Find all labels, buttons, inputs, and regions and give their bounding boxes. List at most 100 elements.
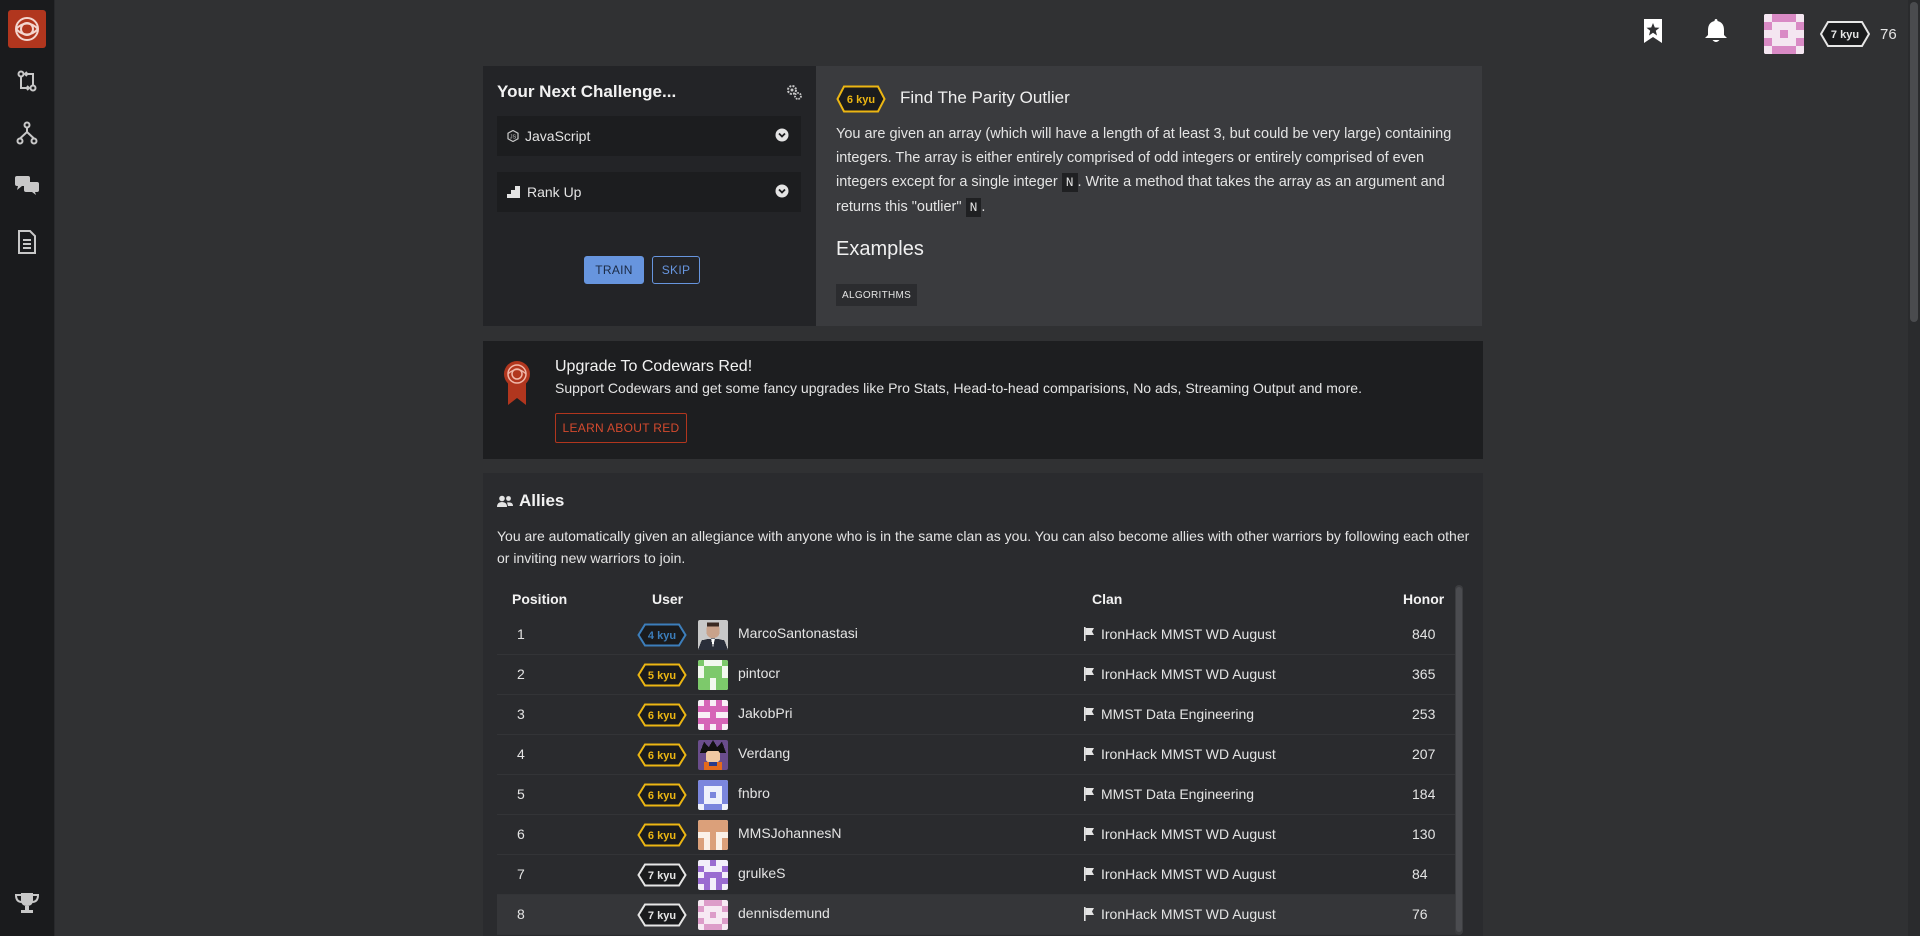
strategy-value: Rank Up	[527, 184, 582, 200]
user-link[interactable]: dennisdemund	[738, 905, 830, 921]
avatar[interactable]	[698, 860, 728, 890]
clan-name[interactable]: IronHack MMST WD August	[1101, 826, 1276, 842]
user-link[interactable]: pintocr	[738, 665, 780, 681]
clan-cell: MMST Data Engineering	[1083, 786, 1254, 802]
allies-intro: You are automatically given an allegianc…	[497, 528, 1470, 566]
clan-cell: IronHack MMST WD August	[1083, 626, 1276, 642]
rank-up-stairs-icon	[507, 186, 520, 198]
user-avatar[interactable]	[1764, 14, 1804, 54]
clan-name[interactable]: IronHack MMST WD August	[1101, 746, 1276, 762]
avatar[interactable]	[698, 820, 728, 850]
clan-name[interactable]: IronHack MMST WD August	[1101, 866, 1276, 882]
clan-name[interactable]: MMST Data Engineering	[1101, 786, 1254, 802]
rank-label: 4 kyu	[648, 630, 676, 642]
rank-label: 6 kyu	[648, 710, 676, 722]
avatar[interactable]	[698, 780, 728, 810]
table-row[interactable]: 4 6 kyu Verdang IronHack MMST WD August …	[497, 735, 1457, 775]
code-n: N	[1061, 173, 1078, 192]
kata-tag[interactable]: ALGORITHMS	[836, 284, 918, 306]
row-honor: 184	[1412, 786, 1436, 802]
row-honor: 76	[1412, 906, 1428, 922]
rank-label: 6 kyu	[648, 750, 676, 762]
user-link[interactable]: grulkeS	[738, 865, 785, 881]
user-rank-badge[interactable]: 7 kyu	[1819, 21, 1871, 47]
discuss-icon[interactable]	[12, 170, 42, 200]
notifications-bell-icon[interactable]	[1701, 16, 1731, 46]
table-row[interactable]: 3 6 kyu JakobPri MMST Data Engineering 2…	[497, 695, 1457, 735]
clan-name[interactable]: IronHack MMST WD August	[1101, 666, 1276, 682]
language-select[interactable]: JS JavaScript	[497, 116, 801, 156]
table-row[interactable]: 7 7 kyu grulkeS IronHack MMST WD August …	[497, 855, 1457, 895]
user-link[interactable]: MMSJohannesN	[738, 825, 842, 841]
row-honor: 840	[1412, 626, 1436, 642]
table-scrollbar-thumb[interactable]	[1456, 587, 1462, 932]
table-row[interactable]: 6 6 kyu MMSJohannesN IronHack MMST WD Au…	[497, 815, 1457, 855]
table-row[interactable]: 8 7 kyu dennisdemund IronHack MMST WD Au…	[497, 895, 1457, 935]
code-n: N	[965, 198, 982, 217]
next-challenge-panel: Your Next Challenge... JS JavaScript Ran…	[483, 66, 816, 326]
docs-icon[interactable]	[12, 227, 42, 257]
column-clan[interactable]: Clan	[1092, 591, 1122, 607]
row-position: 2	[517, 666, 525, 682]
clan-name[interactable]: MMST Data Engineering	[1101, 706, 1254, 722]
fork-icon[interactable]	[12, 118, 42, 148]
row-position: 7	[517, 866, 525, 882]
rank-badge: 6 kyu	[637, 783, 687, 807]
avatar[interactable]	[698, 660, 728, 690]
kata-description-text: .	[981, 199, 986, 215]
sidebar	[0, 0, 55, 936]
codewars-logo-icon[interactable]	[8, 10, 46, 48]
user-link[interactable]: fnbro	[738, 785, 770, 801]
user-link[interactable]: Verdang	[738, 745, 790, 761]
allies-section: Allies You are automatically given an al…	[483, 473, 1483, 936]
clan-name[interactable]: IronHack MMST WD August	[1101, 626, 1276, 642]
table-row[interactable]: 1 4 kyu MarcoSantonastasi IronHack MMST …	[497, 615, 1457, 655]
allies-users-icon	[497, 495, 513, 507]
chevron-down-icon	[775, 128, 789, 145]
clan-flag-icon	[1084, 827, 1094, 841]
avatar[interactable]	[698, 740, 728, 770]
column-position[interactable]: Position	[512, 591, 567, 607]
upgrade-title: Upgrade To Codewars Red!	[555, 358, 753, 375]
svg-text:JS: JS	[510, 134, 517, 140]
learn-about-red-button[interactable]: LEARN ABOUT RED	[555, 413, 687, 443]
page-scrollbar-thumb[interactable]	[1910, 2, 1918, 322]
kata-title[interactable]: Find The Parity Outlier	[900, 88, 1070, 108]
clan-cell: MMST Data Engineering	[1083, 706, 1254, 722]
upgrade-text: Support Codewars and get some fancy upgr…	[555, 380, 1362, 396]
avatar[interactable]	[698, 620, 728, 650]
table-row[interactable]: 5 6 kyu fnbro MMST Data Engineering 184	[497, 775, 1457, 815]
column-honor[interactable]: Honor	[1403, 591, 1444, 607]
kata-preview-panel: 6 kyu Find The Parity Outlier You are gi…	[816, 66, 1482, 326]
rank-label: 7 kyu	[648, 910, 676, 922]
rank-badge: 6 kyu	[637, 703, 687, 727]
javascript-icon: JS	[507, 130, 519, 142]
rank-label: 6 kyu	[648, 790, 676, 802]
train-button[interactable]: TRAIN	[584, 256, 644, 284]
skip-button[interactable]: SKIP	[652, 256, 700, 284]
rank-label: 7 kyu	[648, 870, 676, 882]
column-user[interactable]: User	[652, 591, 683, 607]
clan-name[interactable]: IronHack MMST WD August	[1101, 906, 1276, 922]
rank-label: 5 kyu	[648, 670, 676, 682]
rank-badge: 4 kyu	[637, 623, 687, 647]
practice-icon[interactable]	[12, 66, 42, 96]
table-row[interactable]: 2 5 kyu pintocr IronHack MMST WD August …	[497, 655, 1457, 695]
rank-badge: 7 kyu	[637, 863, 687, 887]
bookmark-star-icon[interactable]	[1638, 16, 1668, 46]
settings-gear-icon[interactable]	[786, 84, 802, 104]
avatar[interactable]	[698, 700, 728, 730]
user-link[interactable]: JakobPri	[738, 705, 792, 721]
row-position: 1	[517, 626, 525, 642]
row-position: 3	[517, 706, 525, 722]
user-link[interactable]: MarcoSantonastasi	[738, 625, 858, 641]
clan-flag-icon	[1084, 627, 1094, 641]
clan-flag-icon	[1084, 907, 1094, 921]
clan-flag-icon	[1084, 707, 1094, 721]
user-honor: 76	[1880, 26, 1897, 43]
strategy-select[interactable]: Rank Up	[497, 172, 801, 212]
row-honor: 253	[1412, 706, 1436, 722]
avatar[interactable]	[698, 900, 728, 930]
row-honor: 130	[1412, 826, 1436, 842]
leaderboard-trophy-icon[interactable]	[12, 888, 42, 918]
